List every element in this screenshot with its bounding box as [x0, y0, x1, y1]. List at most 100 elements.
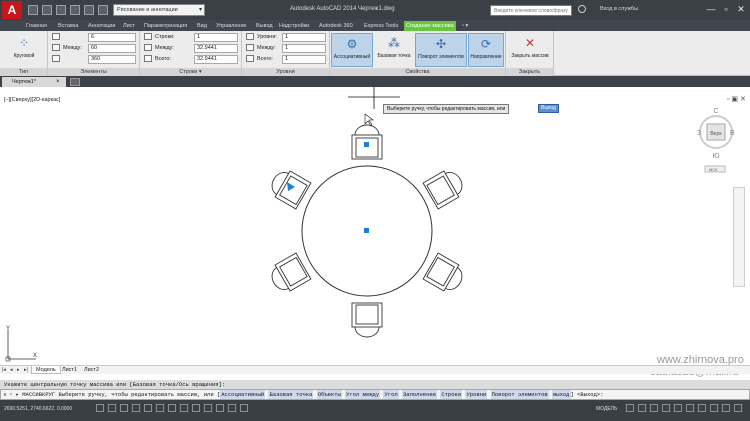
- tab-express-tools[interactable]: Express Tools: [362, 21, 400, 31]
- object-snap-icon[interactable]: [156, 404, 164, 412]
- drawing-canvas[interactable]: Y X: [0, 87, 750, 365]
- snap-mode-icon[interactable]: [108, 404, 116, 412]
- tab-layout[interactable]: Лист: [121, 21, 137, 31]
- last-tab-icon[interactable]: ▸|: [24, 367, 30, 373]
- layout-tab-sheet1[interactable]: Лист1: [58, 366, 81, 374]
- levels-between-input[interactable]: 1: [282, 44, 326, 53]
- tab-manage[interactable]: Управление: [214, 21, 249, 31]
- object-snap-tracking-icon[interactable]: [180, 404, 188, 412]
- items-between-input[interactable]: 60: [88, 44, 136, 53]
- save-icon[interactable]: [56, 5, 66, 15]
- center-grip[interactable]: [364, 228, 369, 233]
- new-tab-button[interactable]: [70, 78, 80, 86]
- option-angle-between[interactable]: Угол между: [345, 390, 381, 399]
- annotation-visibility-icon[interactable]: [662, 404, 670, 412]
- rows-total-input[interactable]: 32.9441: [194, 55, 238, 64]
- minimize-button[interactable]: —: [705, 3, 717, 15]
- hardware-acceleration-icon[interactable]: [698, 404, 706, 412]
- items-fill-input[interactable]: 360: [88, 55, 136, 64]
- polar-array-button[interactable]: ⁘ Круговой: [4, 33, 44, 67]
- open-file-icon[interactable]: [42, 5, 52, 15]
- compass-north[interactable]: С: [713, 108, 718, 115]
- maximize-button[interactable]: ▫: [720, 3, 732, 15]
- panel-rows-title[interactable]: Строки ▾: [140, 68, 241, 76]
- option-fill[interactable]: Заполнение: [401, 390, 437, 399]
- option-rotate-items[interactable]: Поворот элементов: [490, 390, 549, 399]
- dynamic-input-field[interactable]: Выход: [538, 104, 559, 113]
- ribbon-toggle-icon[interactable]: ▫ ▾: [460, 21, 470, 31]
- compass-east[interactable]: В: [730, 130, 735, 137]
- rows-count-input[interactable]: 1: [194, 33, 238, 42]
- layout-tab-sheet2[interactable]: Лист2: [80, 366, 103, 374]
- tab-autodesk-360[interactable]: Autodesk 360: [317, 21, 355, 31]
- items-count-input[interactable]: 6: [88, 33, 136, 42]
- workspace-select[interactable]: Рисование и аннотации ▾: [113, 4, 205, 16]
- rows-between-input[interactable]: 32.9441: [194, 44, 238, 53]
- grid-display-icon[interactable]: [120, 404, 128, 412]
- model-space-toggle[interactable]: МОДЕЛЬ: [596, 406, 617, 412]
- search-icon[interactable]: [578, 5, 586, 13]
- coordinates-readout[interactable]: 2690.5251, 2740.6622, 0.0000: [4, 406, 72, 412]
- viewcube-top-label[interactable]: Верх: [710, 131, 722, 137]
- tab-insert[interactable]: Вставка: [56, 21, 80, 31]
- lock-icon[interactable]: [686, 404, 694, 412]
- associative-button[interactable]: ⚙ Ассоциативный: [331, 33, 373, 67]
- levels-count-input[interactable]: 1: [282, 33, 326, 42]
- base-grip[interactable]: [364, 142, 369, 147]
- next-tab-icon[interactable]: ▸: [17, 367, 23, 373]
- rotation-grip[interactable]: [287, 182, 295, 191]
- isolate-objects-icon[interactable]: [710, 404, 718, 412]
- command-line[interactable]: ✕ ▫ ▸ МАССИВКРУГ Выберите ручку, чтобы ре…: [0, 389, 750, 400]
- direction-button[interactable]: ⟳ Направление: [468, 33, 504, 67]
- base-point-button[interactable]: ⁂ Базовая точка: [374, 33, 414, 67]
- close-icon[interactable]: ✕: [1, 390, 9, 399]
- prev-tab-icon[interactable]: ◂: [10, 367, 16, 373]
- 3d-object-snap-icon[interactable]: [168, 404, 176, 412]
- tab-output[interactable]: Вывод: [254, 21, 275, 31]
- option-base-point[interactable]: Базовая точка: [268, 390, 314, 399]
- clean-screen-icon[interactable]: [734, 404, 742, 412]
- dynamic-ucs-icon[interactable]: [192, 404, 200, 412]
- workspace-switching-icon[interactable]: [674, 404, 682, 412]
- tab-home[interactable]: Главная: [24, 21, 49, 31]
- tab-annotate[interactable]: Аннотации: [86, 21, 118, 31]
- file-tab-drawing1[interactable]: Чертеж1* ×: [2, 77, 66, 87]
- transparency-icon[interactable]: [228, 404, 236, 412]
- compass-south[interactable]: Ю: [712, 153, 719, 160]
- tab-addins[interactable]: Надстройки: [277, 21, 311, 31]
- layout-tab-model[interactable]: Модель: [31, 366, 61, 374]
- navigation-bar[interactable]: [733, 187, 745, 287]
- wcs-label[interactable]: МСК: [709, 167, 718, 172]
- option-levels[interactable]: Уровни: [465, 390, 488, 399]
- first-tab-icon[interactable]: |◂: [2, 367, 8, 373]
- close-icon[interactable]: ×: [56, 77, 60, 87]
- option-associative[interactable]: Ассоциативный: [220, 390, 266, 399]
- quick-properties-icon[interactable]: [240, 404, 248, 412]
- signin-link[interactable]: Вход в службы: [600, 6, 638, 12]
- option-objects[interactable]: Объекты: [316, 390, 342, 399]
- dynamic-input-icon[interactable]: [204, 404, 212, 412]
- tab-parametric[interactable]: Параметризация: [142, 21, 189, 31]
- lineweight-icon[interactable]: [216, 404, 224, 412]
- close-button[interactable]: ✕: [735, 3, 747, 15]
- quick-view-drawings-icon[interactable]: [638, 404, 646, 412]
- annotation-scale-icon[interactable]: [650, 404, 658, 412]
- new-file-icon[interactable]: [28, 5, 38, 15]
- autocad-logo-icon[interactable]: A: [2, 1, 22, 19]
- ortho-mode-icon[interactable]: [132, 404, 140, 412]
- close-array-button[interactable]: ✕ Закрыть массив: [508, 33, 552, 67]
- option-exit[interactable]: выход: [551, 390, 571, 399]
- save-as-icon[interactable]: [70, 5, 80, 15]
- tab-array-creation[interactable]: Создание массива: [404, 21, 456, 31]
- infer-constraints-icon[interactable]: [96, 404, 104, 412]
- search-input[interactable]: Введите ключевое слово/фразу: [490, 5, 572, 16]
- rotate-items-button[interactable]: ✣ Поворот элементов: [415, 33, 467, 67]
- option-rows[interactable]: Строки: [440, 390, 463, 399]
- quick-view-layouts-icon[interactable]: [626, 404, 634, 412]
- compass-west[interactable]: З: [697, 130, 701, 137]
- tab-view[interactable]: Вид: [195, 21, 209, 31]
- viewcube[interactable]: Верх С Ю З В МСК: [696, 105, 736, 175]
- polar-tracking-icon[interactable]: [144, 404, 152, 412]
- redo-icon[interactable]: [98, 5, 108, 15]
- customization-icon[interactable]: [722, 404, 730, 412]
